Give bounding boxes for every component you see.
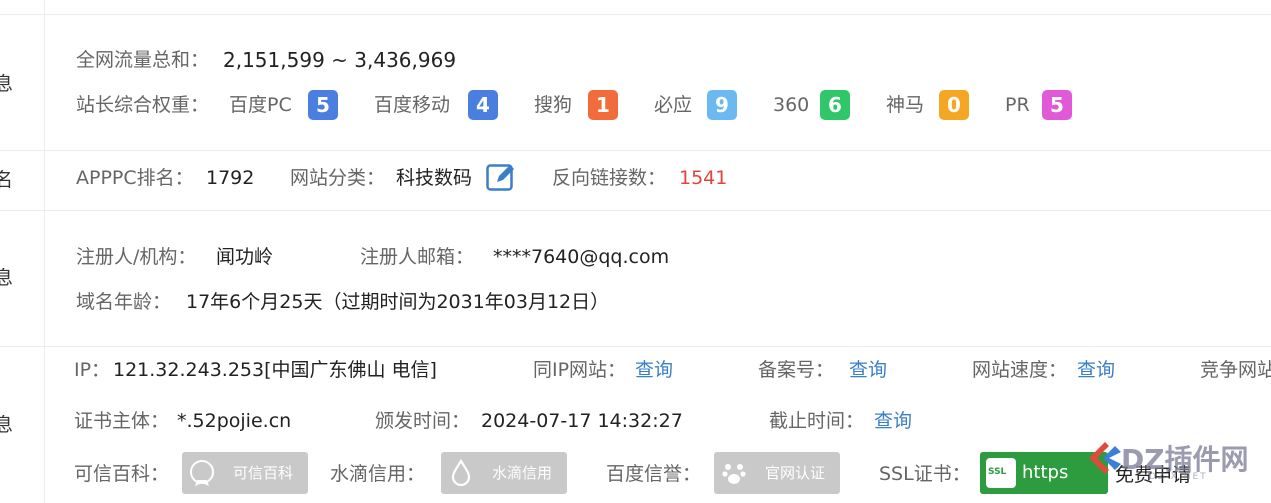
icp-query-link[interactable]: 查询 — [849, 358, 887, 382]
weight-badge-baidu-mobile[interactable]: 4 — [468, 90, 498, 120]
weight-badge-shenma[interactable]: 0 — [939, 90, 969, 120]
weight-name-sogou: 搜狗 — [534, 94, 573, 116]
weight-name-360: 360 — [773, 94, 810, 116]
shuidi-badge[interactable]: 水滴信用 — [441, 452, 567, 494]
ip-label: IP： — [74, 359, 111, 381]
weight-name-shenma: 神马 — [886, 94, 925, 116]
side-label: 息 — [0, 267, 14, 289]
domain-age-value: 17年6个月25天（过期时间为2031年03月12日） — [186, 291, 610, 313]
backlinks-value[interactable]: 1541 — [679, 166, 727, 190]
ssl-label: SSL证书： — [879, 463, 971, 485]
backlinks-label: 反向链接数： — [552, 167, 667, 189]
water-drop-icon — [451, 459, 471, 487]
speed-query-link[interactable]: 查询 — [1077, 358, 1115, 382]
side-label: 息 — [0, 414, 14, 436]
domain-age-label: 域名年龄： — [76, 291, 172, 313]
email-value: ****7640@qq.com — [493, 246, 670, 268]
edit-icon[interactable] — [486, 162, 516, 192]
shuidi-badge-text: 水滴信用 — [491, 464, 552, 482]
weight-badge-baidu-pc[interactable]: 5 — [308, 90, 338, 120]
divider — [0, 346, 1271, 347]
traffic-label: 全网流量总和： — [76, 49, 210, 71]
divider — [0, 150, 1271, 151]
category-value: 科技数码 — [396, 167, 473, 189]
kexin-badge[interactable]: 可信百科 — [182, 452, 308, 494]
weight-badge-bing[interactable]: 9 — [707, 90, 737, 120]
watermark: DZ插件网 DZ-X.NET — [1085, 432, 1265, 492]
baidu-credit-label: 百度信誉： — [606, 463, 702, 485]
apppc-rank-value: 1792 — [206, 167, 255, 189]
apppc-rank-label: APPPC排名： — [76, 167, 194, 189]
same-ip-query-link[interactable]: 查询 — [635, 358, 673, 382]
weight-name-baidu-mobile: 百度移动 — [374, 94, 451, 116]
paw-icon — [722, 464, 746, 484]
email-label: 注册人邮箱： — [360, 246, 475, 268]
traffic-value: 2,151,599 ~ 3,436,969 — [223, 48, 457, 72]
divider — [0, 210, 1271, 211]
category-label: 网站分类： — [290, 167, 386, 189]
weight-badge-pr[interactable]: 5 — [1042, 90, 1072, 120]
baidu-credit-badge-text: 官网认证 — [764, 464, 825, 482]
compete-label: 竞争网站 — [1200, 359, 1271, 381]
site-info-panel: 息 名 息 息 全网流量总和： 2,151,599 ~ 3,436,969 站长… — [0, 0, 1271, 503]
watermark-logo-icon — [1089, 442, 1121, 474]
shuidi-label: 水滴信用： — [330, 463, 426, 485]
weight-name-pr: PR — [1005, 94, 1030, 116]
cert-expire-label: 截止时间： — [769, 410, 865, 432]
ssl-badge-text: https — [1022, 462, 1069, 483]
registrant-value: 闻功岭 — [216, 246, 274, 268]
ssl-shield-icon: SSL — [986, 458, 1016, 488]
speed-label: 网站速度： — [972, 359, 1068, 381]
weight-name-bing: 必应 — [654, 94, 693, 116]
kexin-badge-text: 可信百科 — [232, 464, 293, 482]
weight-badge-sogou[interactable]: 1 — [588, 90, 618, 120]
cert-subject-label: 证书主体： — [74, 410, 170, 432]
same-ip-label: 同IP网站： — [533, 359, 627, 381]
divider — [0, 14, 1271, 15]
weight-name-baidu-pc: 百度PC — [229, 94, 292, 116]
weights-label: 站长综合权重： — [76, 94, 210, 116]
cert-issued-value: 2024-07-17 14:32:27 — [481, 410, 683, 432]
cert-expire-query-link[interactable]: 查询 — [874, 409, 912, 433]
registrant-label: 注册人/机构： — [76, 246, 197, 268]
weight-badge-360[interactable]: 6 — [820, 90, 850, 120]
kexin-label: 可信百科： — [74, 463, 170, 485]
side-label: 息 — [0, 73, 14, 95]
cert-subject-value: *.52pojie.cn — [177, 410, 292, 432]
cert-issued-label: 颁发时间： — [375, 410, 471, 432]
watermark-subtext: DZ-X.NET — [1149, 472, 1208, 482]
side-label: 名 — [0, 169, 14, 191]
icp-label: 备案号： — [758, 359, 835, 381]
ip-value: 121.32.243.253[中国广东佛山 电信] — [113, 359, 437, 381]
kexin-seal-icon — [190, 460, 214, 486]
baidu-credit-badge[interactable]: 官网认证 — [714, 452, 840, 494]
